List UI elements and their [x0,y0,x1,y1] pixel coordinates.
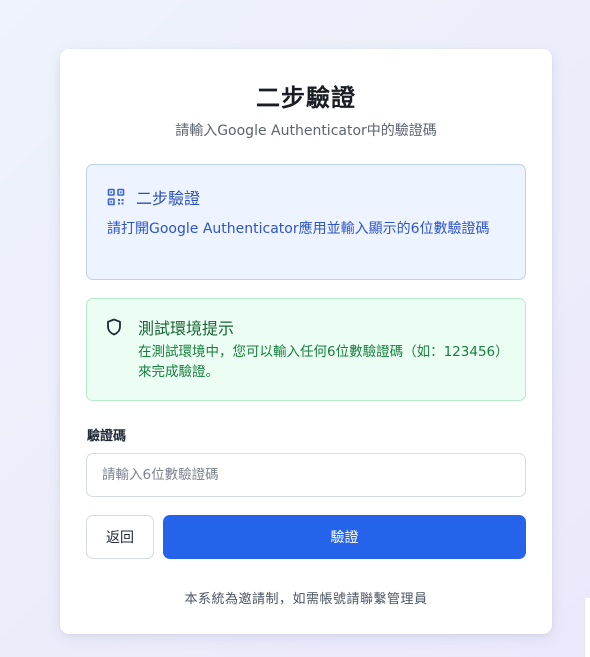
info-box-text: 請打開Google Authenticator應用並輸入顯示的6位數驗證碼 [107,221,490,237]
overlay-panel-edge [584,598,590,657]
two-step-verification-card: 二步驗證 請輸入Google Authenticator中的驗證碼 二步驗證 請… [60,49,552,634]
back-button[interactable]: 返回 [86,515,154,559]
verification-code-input[interactable] [86,453,526,497]
info-box-header: 二步驗證 [107,185,200,209]
page-title: 二步驗證 [256,84,356,112]
qr-code-icon [107,188,125,206]
page-subtitle: 請輸入Google Authenticator中的驗證碼 [175,123,437,139]
test-notice-title: 測試環境提示 [138,319,235,338]
test-environment-notice: 測試環境提示 在測試環境中，您可以輸入任何6位數驗證碼（如：123456）來完成… [86,298,526,401]
code-field-label: 驗證碼 [87,429,127,444]
invitation-note: 本系統為邀請制，如需帳號請聯繫管理員 [184,592,428,607]
verify-button[interactable]: 驗證 [163,515,526,559]
info-box: 二步驗證 請打開Google Authenticator應用並輸入顯示的6位數驗… [86,164,526,280]
shield-icon [106,318,122,336]
test-notice-text: 在測試環境中，您可以輸入任何6位數驗證碼（如：123456）來完成驗證。 [138,344,502,380]
info-box-title: 二步驗證 [136,189,201,208]
